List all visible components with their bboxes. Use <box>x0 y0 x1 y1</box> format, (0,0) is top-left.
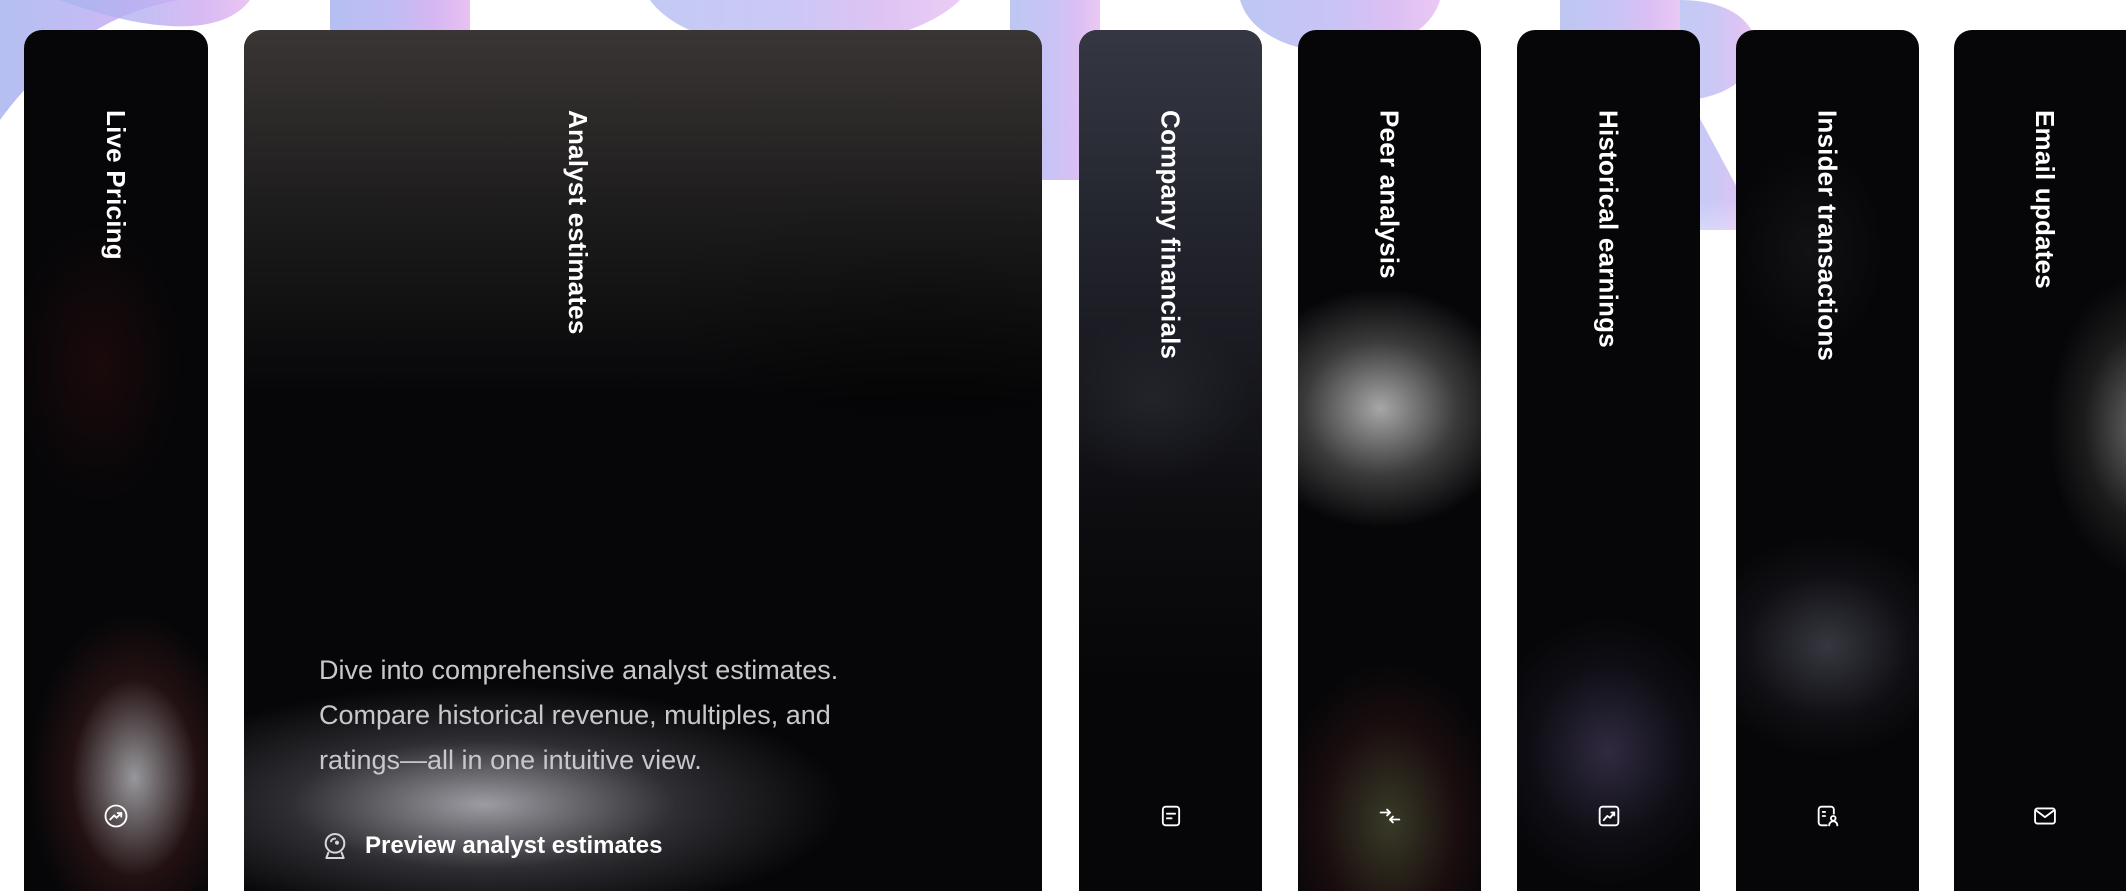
document-lines-icon <box>1157 802 1185 830</box>
card-insider-transactions[interactable]: Insider transactions <box>1736 30 1919 891</box>
card-title: Analyst estimates <box>563 110 593 335</box>
card-title: Live Pricing <box>101 110 131 260</box>
card-historical-earnings[interactable]: Historical earnings <box>1517 30 1700 891</box>
card-analyst-estimates[interactable]: Analyst estimates Dive into comprehensiv… <box>244 30 1042 891</box>
card-title: Historical earnings <box>1593 110 1624 348</box>
preview-analyst-estimates-link[interactable]: Preview analyst estimates <box>319 830 663 862</box>
chart-line-square-icon <box>1595 802 1623 830</box>
trending-up-circle-icon <box>102 802 130 830</box>
mail-icon <box>2031 802 2059 830</box>
person-badge-icon <box>1814 802 1842 830</box>
arrows-compare-icon <box>1376 802 1404 830</box>
card-title: Insider transactions <box>1812 110 1843 362</box>
card-live-pricing[interactable]: Live Pricing <box>24 30 208 891</box>
crystal-ball-icon <box>319 830 351 862</box>
card-title: Email updates <box>2030 110 2060 289</box>
card-description: Dive into comprehensive analyst estimate… <box>319 655 839 775</box>
card-peer-analysis[interactable]: Peer analysis <box>1298 30 1481 891</box>
card-email-updates[interactable]: Email updates <box>1954 30 2126 891</box>
card-title: Peer analysis <box>1374 110 1405 279</box>
feature-showcase: Live Pricing Analyst estimates Dive into… <box>0 0 2126 891</box>
card-company-financials[interactable]: Company financials <box>1079 30 1262 891</box>
preview-label: Preview analyst estimates <box>365 832 663 859</box>
card-title: Company financials <box>1155 110 1186 360</box>
